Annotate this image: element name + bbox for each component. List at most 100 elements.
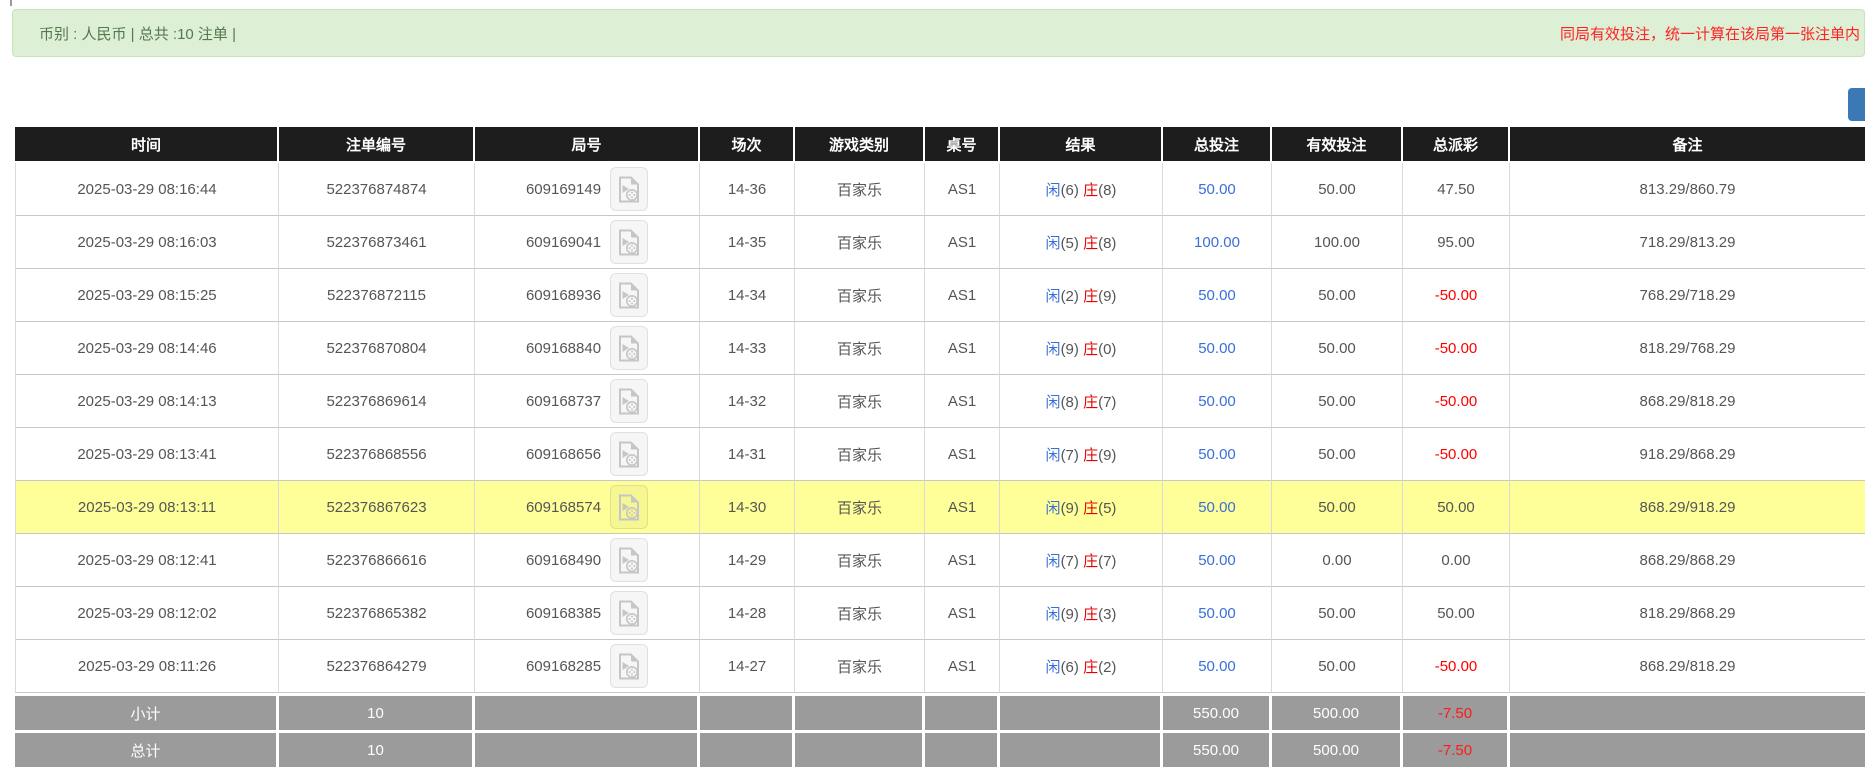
round-id-cell: 609168936 [475,269,700,322]
bet-record-row[interactable]: 2025-03-29 08:12:02 522376865382 6091683… [15,587,1865,640]
time-cell: 2025-03-29 08:12:02 [15,587,279,640]
clipped-edge-button[interactable] [1848,88,1865,121]
bet-record-row[interactable]: 2025-03-29 08:15:25 522376872115 6091689… [15,269,1865,322]
player-result-points: (2) [1061,288,1079,305]
total-bet-link[interactable]: 50.00 [1198,287,1236,304]
valid-bet-cell: 100.00 [1272,216,1403,269]
remark-cell: 918.29/868.29 [1510,428,1865,481]
total-bet-link[interactable]: 50.00 [1198,181,1236,198]
col-header-result: 结果 [1000,127,1163,163]
video-replay-button[interactable] [610,167,648,211]
banker-result-points: (9) [1098,447,1116,464]
bet-record-row[interactable]: 2025-03-29 08:13:11 522376867623 6091685… [15,481,1865,534]
total-bet-cell: 50.00 [1163,163,1272,216]
result-cell: 闲(9) 庄(3) [1000,587,1163,640]
result-cell: 闲(9) 庄(0) [1000,322,1163,375]
video-replay-button[interactable] [610,326,648,370]
player-result-char: 闲 [1046,341,1061,358]
grand-total-count: 10 [279,730,475,767]
round-id-cell: 609168840 [475,322,700,375]
valid-bet-cell: 50.00 [1272,375,1403,428]
subtotal-row: 小计 10 550.00 500.00 -7.50 [15,693,1865,730]
bet-record-row[interactable]: 2025-03-29 08:14:13 522376869614 6091687… [15,375,1865,428]
video-replay-button[interactable] [610,644,648,688]
round-id-cell: 609168285 [475,640,700,693]
bet-id-cell: 522376873461 [279,216,475,269]
player-result-char: 闲 [1046,394,1061,411]
total-bet-link[interactable]: 100.00 [1194,234,1240,251]
session-cell: 14-34 [700,269,795,322]
video-file-icon [618,229,640,256]
game-type-cell: 百家乐 [795,640,925,693]
player-result-points: (9) [1061,341,1079,358]
video-replay-button[interactable] [610,273,648,317]
video-file-icon [618,547,640,574]
video-replay-button[interactable] [610,591,648,635]
remark-cell: 768.29/718.29 [1510,269,1865,322]
player-result-char: 闲 [1046,500,1061,517]
video-replay-button[interactable] [610,432,648,476]
video-file-icon [618,388,640,415]
result-cell: 闲(8) 庄(7) [1000,375,1163,428]
game-type-cell: 百家乐 [795,481,925,534]
table-header-row: 时间 注单编号 局号 场次 游戏类别 桌号 结果 总投注 有效投注 总派彩 备注 [15,127,1865,163]
game-type-cell: 百家乐 [795,269,925,322]
session-cell: 14-35 [700,216,795,269]
col-header-time: 时间 [15,127,279,163]
banker-result-char: 庄 [1083,235,1098,252]
banker-result-char: 庄 [1083,659,1098,676]
table-no-cell: AS1 [925,375,1000,428]
round-id-cell: 609169041 [475,216,700,269]
game-type-cell: 百家乐 [795,534,925,587]
video-replay-button[interactable] [610,538,648,582]
game-type-cell: 百家乐 [795,322,925,375]
round-id-value: 609168840 [526,340,601,357]
result-cell: 闲(7) 庄(7) [1000,534,1163,587]
bet-record-row[interactable]: 2025-03-29 08:16:03 522376873461 6091690… [15,216,1865,269]
round-id-value: 609168737 [526,393,601,410]
table-no-cell: AS1 [925,163,1000,216]
col-header-valid-bet: 有效投注 [1272,127,1403,163]
bet-record-row[interactable]: 2025-03-29 08:11:26 522376864279 6091682… [15,640,1865,693]
clipped-content-tick [10,0,12,6]
total-bet-link[interactable]: 50.00 [1198,393,1236,410]
banker-result-char: 庄 [1083,500,1098,517]
game-type-cell: 百家乐 [795,216,925,269]
result-cell: 闲(6) 庄(2) [1000,640,1163,693]
total-bet-link[interactable]: 50.00 [1198,605,1236,622]
bet-record-row[interactable]: 2025-03-29 08:14:46 522376870804 6091688… [15,322,1865,375]
time-cell: 2025-03-29 08:15:25 [15,269,279,322]
remark-cell: 818.29/868.29 [1510,587,1865,640]
result-cell: 闲(2) 庄(9) [1000,269,1163,322]
col-header-session: 场次 [700,127,795,163]
round-id-value: 609168490 [526,552,601,569]
player-result-char: 闲 [1046,447,1061,464]
video-replay-button[interactable] [610,220,648,264]
total-bet-link[interactable]: 50.00 [1198,340,1236,357]
game-type-cell: 百家乐 [795,587,925,640]
result-cell: 闲(9) 庄(5) [1000,481,1163,534]
banker-result-points: (2) [1098,659,1116,676]
payout-cell: -50.00 [1403,269,1510,322]
total-bet-link[interactable]: 50.00 [1198,446,1236,463]
video-replay-button[interactable] [610,485,648,529]
bet-id-cell: 522376868556 [279,428,475,481]
valid-bet-cell: 50.00 [1272,587,1403,640]
player-result-points: (7) [1061,553,1079,570]
total-bet-link[interactable]: 50.00 [1198,658,1236,675]
total-bet-link[interactable]: 50.00 [1198,552,1236,569]
video-replay-button[interactable] [610,379,648,423]
banker-result-char: 庄 [1083,341,1098,358]
player-result-char: 闲 [1046,659,1061,676]
player-result-points: (7) [1061,447,1079,464]
total-bet-link[interactable]: 50.00 [1198,499,1236,516]
player-result-points: (6) [1061,182,1079,199]
result-cell: 闲(6) 庄(8) [1000,163,1163,216]
bet-record-row[interactable]: 2025-03-29 08:13:41 522376868556 6091686… [15,428,1865,481]
player-result-points: (8) [1061,394,1079,411]
player-result-points: (9) [1061,500,1079,517]
bet-records-table: 时间 注单编号 局号 场次 游戏类别 桌号 结果 总投注 有效投注 总派彩 备注… [15,127,1865,767]
payout-cell: 95.00 [1403,216,1510,269]
bet-record-row[interactable]: 2025-03-29 08:12:41 522376866616 6091684… [15,534,1865,587]
bet-record-row[interactable]: 2025-03-29 08:16:44 522376874874 6091691… [15,163,1865,216]
